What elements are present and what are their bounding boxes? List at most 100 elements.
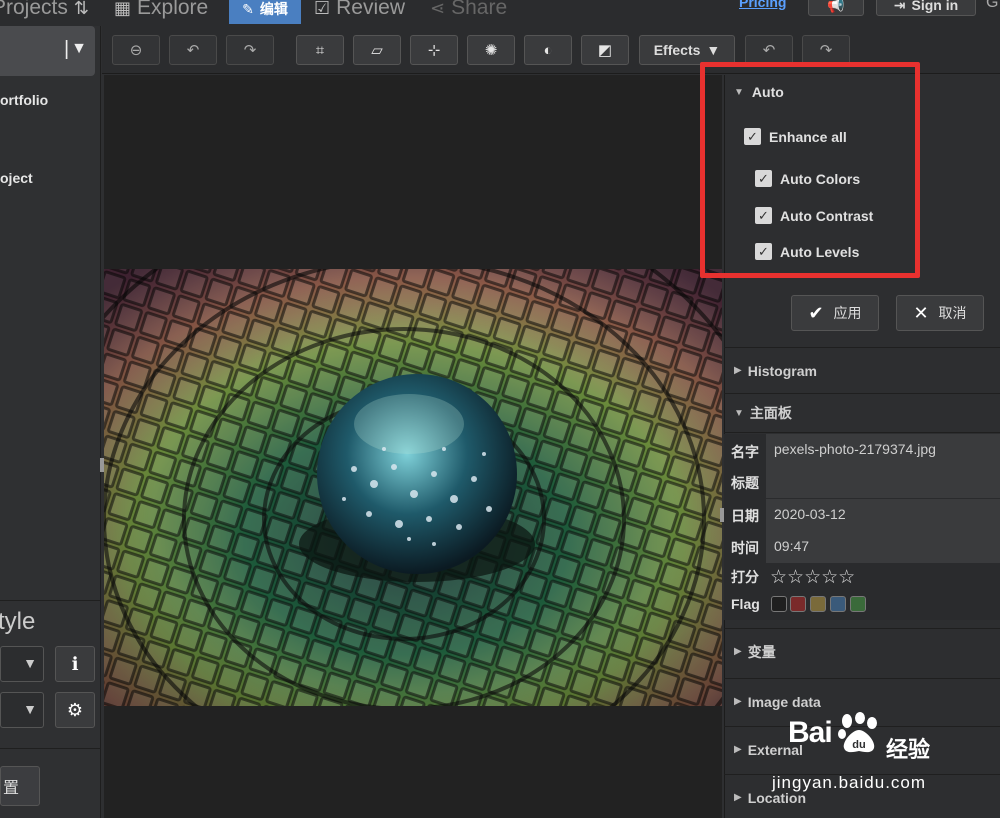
tab-share-label: Share: [451, 0, 508, 19]
chevron-down-icon: ▼: [71, 40, 87, 57]
pricing-link[interactable]: Pricing: [739, 0, 786, 10]
main-panel-title: 主面板: [749, 405, 792, 421]
notifications-button[interactable]: 📢: [808, 0, 864, 16]
time-field[interactable]: 09:47: [766, 531, 1000, 563]
more-icon[interactable]: G: [986, 0, 998, 12]
tab-projects[interactable]: Projects ⇅: [0, 0, 89, 24]
image-data-title: Image data: [747, 693, 821, 710]
check-icon: ✔: [808, 302, 824, 323]
style-heading: tyle: [0, 608, 36, 635]
settings-button[interactable]: ⚙: [55, 692, 95, 728]
contrast-button[interactable]: ◐: [524, 35, 572, 65]
crop-icon: ⌗: [315, 41, 325, 59]
time-label: 时间: [731, 540, 759, 556]
tab-edit-label: 编辑: [259, 1, 288, 17]
project-selector[interactable]: | ▼: [0, 26, 95, 76]
date-label: 日期: [731, 508, 759, 524]
title-label: 标题: [731, 475, 759, 491]
perspective-icon: ▱: [371, 42, 383, 59]
flag-swatch-blue[interactable]: [830, 596, 846, 612]
histogram-section[interactable]: ▶ Histogram: [724, 347, 1000, 393]
rotate-left-icon: ↶: [186, 42, 200, 59]
triangle-right-icon: ▶: [734, 792, 742, 803]
divider: [0, 600, 101, 601]
flag-swatch-black[interactable]: [771, 596, 787, 612]
tab-review-label: Review: [336, 0, 405, 19]
watermark-brand: Bai: [788, 716, 833, 750]
watermark-cn: 经验: [886, 737, 931, 762]
triangle-right-icon: ▶: [734, 696, 742, 707]
effects-button[interactable]: Effects ▼: [639, 35, 735, 65]
straighten-button[interactable]: ⊹: [410, 35, 458, 65]
sidebar-item-portfolio[interactable]: ortfolio: [0, 92, 48, 108]
watermark-brand-text: Bai: [788, 716, 833, 749]
cancel-button[interactable]: ✕ 取消: [896, 295, 984, 331]
variables-section[interactable]: ▶ 变量: [724, 628, 1000, 674]
level-icon: ⊹: [427, 42, 441, 59]
adjust-button[interactable]: ✺: [467, 35, 515, 65]
watermark-url: jingyan.baidu.com: [772, 773, 927, 792]
tab-edit[interactable]: ✎ 编辑: [229, 0, 301, 24]
sign-in-button[interactable]: ⇥ Sign in: [876, 0, 976, 16]
tab-review[interactable]: ☑ Review: [314, 0, 405, 24]
flag-swatch-yellow[interactable]: [810, 596, 826, 612]
name-label: 名字: [731, 444, 759, 460]
contrast-icon: ◐: [543, 41, 553, 59]
cursor-bar: |: [64, 38, 70, 60]
info-button[interactable]: ℹ: [55, 646, 95, 682]
rotate-left-button[interactable]: ↶: [169, 35, 217, 65]
app-root: Projects ⇅ ▦ Explore ✎ 编辑 ☑ Review ⋖ Sha…: [0, 0, 1000, 818]
paw-logo-icon: du: [836, 712, 882, 756]
highlight-box: [700, 62, 920, 278]
rating-stars[interactable]: ☆☆☆☆☆: [770, 566, 855, 589]
remove-button[interactable]: ⊖: [112, 35, 160, 65]
sidebar-bottom-button[interactable]: 置: [0, 766, 40, 806]
cancel-label: 取消: [938, 305, 967, 321]
close-icon: ✕: [913, 302, 929, 323]
rating-label: 打分: [731, 569, 759, 585]
apply-button[interactable]: ✔ 应用: [791, 295, 879, 331]
tab-explore[interactable]: ▦ Explore: [114, 0, 208, 24]
photo-preview[interactable]: [104, 269, 722, 706]
chevron-down-icon: ▼: [23, 655, 37, 671]
svg-text:du: du: [852, 739, 865, 751]
rotate-right-icon: ↷: [243, 42, 257, 59]
resize-handle-left[interactable]: [100, 458, 104, 472]
triangle-right-icon: ▶: [734, 365, 742, 376]
undo-button[interactable]: ↶: [745, 35, 793, 65]
info-icon: ℹ: [71, 653, 79, 674]
chevron-down-icon: ▼: [23, 701, 37, 717]
triangle-down-icon: ▼: [734, 407, 744, 419]
sign-in-label: Sign in: [911, 0, 959, 13]
tab-explore-label: Explore: [137, 0, 209, 19]
triangle-right-icon: ▶: [734, 744, 742, 755]
minus-circle-icon: ⊖: [129, 42, 143, 59]
flag-label: Flag: [731, 596, 760, 612]
redo-button[interactable]: ↷: [802, 35, 850, 65]
variables-title: 变量: [747, 643, 776, 660]
flag-swatch-green[interactable]: [850, 596, 866, 612]
date-field[interactable]: 2020-03-12: [766, 499, 1000, 531]
pencil-icon: ✎: [242, 0, 254, 17]
triangle-right-icon: ▶: [734, 646, 742, 657]
tab-share[interactable]: ⋖ Share: [430, 0, 507, 24]
review-icon: ☑: [314, 0, 331, 18]
exposure-button[interactable]: ◩: [581, 35, 629, 65]
sign-in-icon: ⇥: [893, 0, 906, 13]
preset-dropdown[interactable]: ▼: [0, 692, 44, 728]
style-dropdown[interactable]: ▼: [0, 646, 44, 682]
sidebar-item-project[interactable]: oject: [0, 170, 33, 186]
rotate-right-button[interactable]: ↷: [226, 35, 274, 65]
crop-button[interactable]: ⌗: [296, 35, 344, 65]
perspective-button[interactable]: ▱: [353, 35, 401, 65]
flag-swatch-red[interactable]: [790, 596, 806, 612]
caret-down-icon: ▼: [706, 42, 721, 58]
share-icon: ⋖: [430, 0, 446, 18]
tab-projects-label: Projects: [0, 0, 68, 19]
name-field[interactable]: pexels-photo-2179374.jpg: [766, 434, 1000, 498]
main-panel-section[interactable]: ▼ 主面板: [724, 393, 1000, 433]
sort-icon: ⇅: [73, 0, 89, 18]
undo-icon: ↶: [762, 42, 776, 59]
sun-icon: ✺: [484, 42, 498, 59]
effects-label: Effects: [653, 42, 701, 58]
